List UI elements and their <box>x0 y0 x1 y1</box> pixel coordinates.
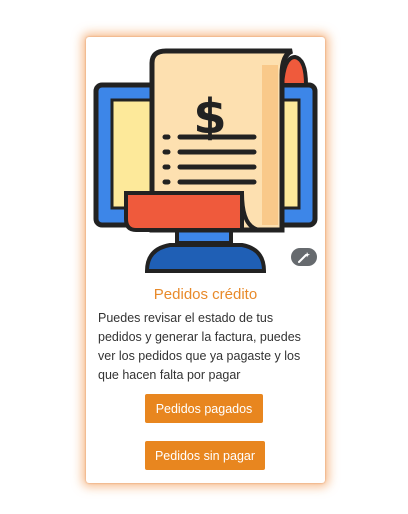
paid-orders-button[interactable]: Pedidos pagados <box>145 394 263 423</box>
card-description: Puedes revisar el estado de tus pedidos … <box>98 311 301 382</box>
monitor-receipt-illustration: $ <box>93 48 318 273</box>
monitor-base <box>144 243 267 273</box>
magic-wand-icon <box>298 252 310 263</box>
unpaid-orders-button[interactable]: Pedidos sin pagar <box>145 441 265 470</box>
receipt-shadow <box>262 65 278 225</box>
magic-wand-badge[interactable] <box>291 248 317 266</box>
credit-orders-card: $ Pedidos crédito Puedes revisar el esta… <box>86 37 325 483</box>
card-title: Pedidos crédito <box>153 286 258 303</box>
receipt-bottom-fold <box>124 191 244 232</box>
